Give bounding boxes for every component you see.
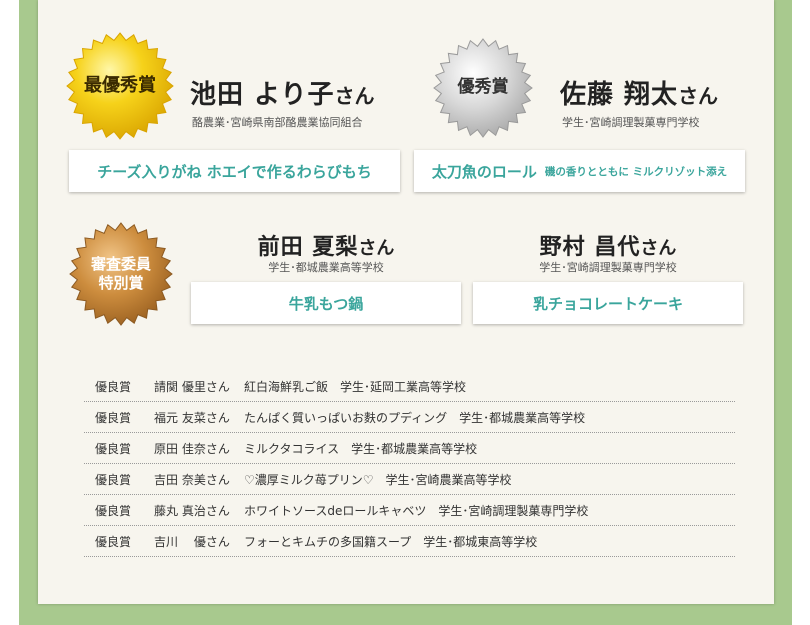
merit-entry-detail: 紅白海鮮乳ご飯 学生･延岡工業高等学校 <box>244 379 467 394</box>
merit-award-label: 優良賞 <box>95 441 132 456</box>
jury-winner-1-dish: 牛乳もつ鍋 <box>191 282 461 324</box>
merit-entry-detail: ミルクタコライス 学生･都城農業高等学校 <box>244 441 478 456</box>
merit-winner-name: 藤丸 真治さん <box>154 503 230 518</box>
merit-entry-detail: ♡濃厚ミルク苺プリン♡ 学生･宮崎農業高等学校 <box>244 472 512 487</box>
excellence-label: 優秀賞 <box>457 77 509 98</box>
grand-prize-name-text: 池田 より子 <box>190 80 335 110</box>
jury-winner-1-dish-title: 牛乳もつ鍋 <box>288 294 364 313</box>
merit-entry-detail: たんぱく質いっぱいお麩のプディング 学生･都城農業高等学校 <box>244 410 586 425</box>
jury-winner-1-name-text: 前田 夏梨 <box>257 235 359 260</box>
merit-winner-name: 吉川 優さん <box>154 534 230 549</box>
excellence-badge: 優秀賞 <box>433 38 533 138</box>
merit-winner-name: 原田 佳奈さん <box>154 441 230 456</box>
merit-award-list: 優良賞 請関 優里さん 紅白海鮮乳ご飯 学生･延岡工業高等学校 優良賞 福元 友… <box>84 371 735 557</box>
grand-prize-dish-title: チーズ入りがね ホエイで作るわらびもち <box>97 162 372 181</box>
excellence-name-text: 佐藤 翔太 <box>560 80 679 110</box>
grand-prize-label: 最優秀賞 <box>84 74 156 96</box>
jury-winner-2-name: 野村 昌代さん <box>473 229 743 261</box>
grand-prize-badge: 最優秀賞 <box>66 32 174 140</box>
grand-prize-winner-name: 池田 より子さん <box>190 74 375 111</box>
list-item: 優良賞 原田 佳奈さん ミルクタコライス 学生･都城農業高等学校 <box>84 433 735 464</box>
grand-prize-affiliation: 酪農業･宮崎県南部酪農業協同組合 <box>192 116 363 129</box>
grand-prize-dish: チーズ入りがね ホエイで作るわらびもち <box>69 150 400 192</box>
list-item: 優良賞 藤丸 真治さん ホワイトソースdeロールキャベツ 学生･宮崎調理製菓専門… <box>84 495 735 526</box>
list-item: 優良賞 吉川 優さん フォーとキムチの多国籍スープ 学生･都城東高等学校 <box>84 526 735 557</box>
jury-special-label: 審査委員 特別賞 <box>91 255 151 293</box>
excellence-dish: 太刀魚のロール 磯の香りとともに ミルクリゾット添え <box>414 150 745 192</box>
excellence-affiliation: 学生･宮崎調理製菓専門学校 <box>562 116 700 129</box>
jury-winner-1-name: 前田 夏梨さん <box>191 229 461 261</box>
jury-special-label-line2: 特別賞 <box>98 274 144 292</box>
jury-winner-2-dish-title: 乳チョコレートケーキ <box>532 294 683 313</box>
merit-entry-detail: フォーとキムチの多国籍スープ 学生･都城東高等学校 <box>244 534 538 549</box>
merit-winner-name: 福元 友菜さん <box>154 410 230 425</box>
excellence-winner-name: 佐藤 翔太さん <box>560 74 718 111</box>
merit-award-label: 優良賞 <box>95 410 132 425</box>
excellence-honorific: さん <box>678 84 719 108</box>
merit-entry-detail: ホワイトソースdeロールキャベツ 学生･宮崎調理製菓専門学校 <box>244 503 589 518</box>
merit-award-label: 優良賞 <box>95 472 132 487</box>
list-item: 優良賞 福元 友菜さん たんぱく質いっぱいお麩のプディング 学生･都城農業高等学… <box>84 402 735 433</box>
jury-special-badge: 審査委員 特別賞 <box>69 222 173 326</box>
list-item: 優良賞 請関 優里さん 紅白海鮮乳ご飯 学生･延岡工業高等学校 <box>84 371 735 402</box>
merit-award-label: 優良賞 <box>95 534 132 549</box>
jury-winner-1-affiliation: 学生･都城農業高等学校 <box>268 261 384 274</box>
jury-winner-2-name-text: 野村 昌代 <box>539 235 641 260</box>
grand-prize-honorific: さん <box>334 84 375 108</box>
jury-winner-2-affiliation: 学生･宮崎調理製菓専門学校 <box>539 261 677 274</box>
merit-award-label: 優良賞 <box>95 503 132 518</box>
jury-winner-1-honorific: さん <box>358 238 395 259</box>
list-item: 優良賞 吉田 奈美さん ♡濃厚ミルク苺プリン♡ 学生･宮崎農業高等学校 <box>84 464 735 495</box>
excellence-dish-subtitle: 磯の香りとともに ミルクリゾット添え <box>544 165 728 178</box>
jury-special-label-line1: 審査委員 <box>90 255 151 274</box>
jury-winner-2-dish: 乳チョコレートケーキ <box>473 282 743 324</box>
merit-winner-name: 請関 優里さん <box>154 379 230 394</box>
merit-winner-name: 吉田 奈美さん <box>154 472 230 487</box>
jury-winner-2-honorific: さん <box>640 238 677 259</box>
excellence-dish-title: 太刀魚のロール <box>431 162 537 181</box>
merit-award-label: 優良賞 <box>95 379 132 394</box>
